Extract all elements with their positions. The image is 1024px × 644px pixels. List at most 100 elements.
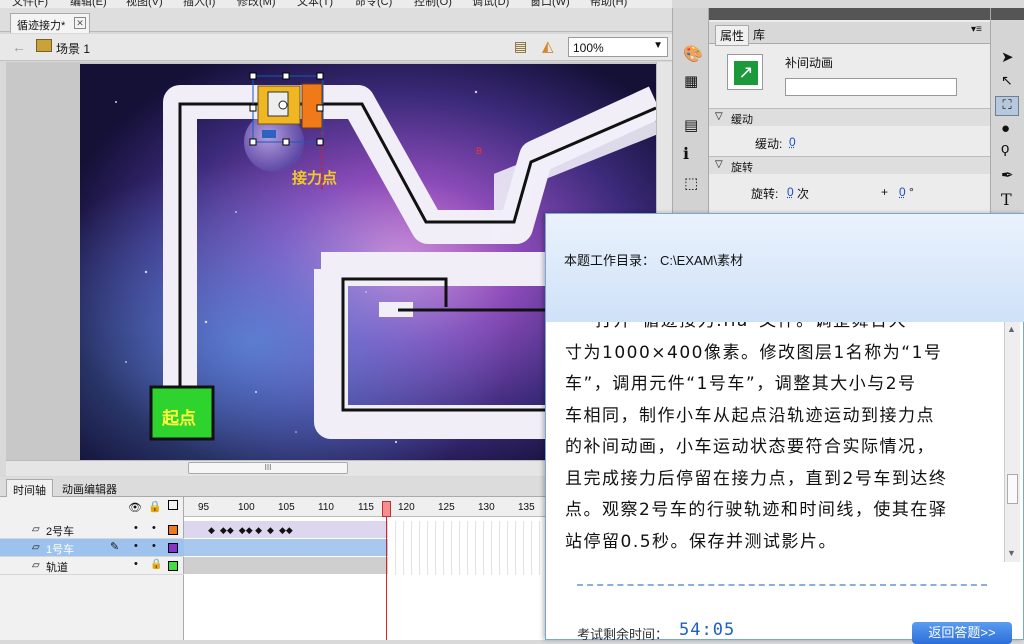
edit-symbols-icon[interactable]: ◭: [542, 37, 554, 55]
free-transform-tool-icon[interactable]: ⛶: [995, 96, 1019, 116]
question-line: 车相同，制作小车从起点沿轨迹运动到接力点: [565, 401, 1002, 433]
menu-text[interactable]: 文本(T): [297, 0, 333, 8]
frame-number: 110: [318, 502, 334, 513]
layer-color-swatch: [168, 525, 178, 535]
lock-icon[interactable]: 🔒: [148, 500, 162, 513]
question-line: 点。观察2号车的行驶轨迹和时间线，使其在驿: [565, 495, 1002, 527]
3d-rotation-tool-icon[interactable]: ●: [1001, 120, 1010, 137]
frame-number: 100: [238, 502, 255, 513]
menu-insert[interactable]: 插入(I): [183, 0, 215, 8]
subselection-tool-icon[interactable]: ↖: [1001, 72, 1013, 89]
rotate-degree-unit: °: [909, 185, 914, 199]
pen-tool-icon[interactable]: ✒: [1001, 166, 1014, 184]
visible-dot[interactable]: •: [134, 522, 138, 534]
relay-point-label: 接力点: [292, 169, 337, 187]
align-icon[interactable]: ▤: [684, 116, 698, 134]
instance-type-label: 补间动画: [785, 54, 833, 71]
question-line: 的补间动画，小车运动状态要符合实际情况，: [565, 432, 1002, 464]
start-label: 起点: [161, 408, 196, 429]
grid-icon[interactable]: ▦: [684, 72, 698, 90]
menu-commands[interactable]: 命令(C): [355, 0, 392, 8]
menu-help[interactable]: 帮助(H): [590, 0, 627, 8]
visible-dot[interactable]: •: [134, 558, 138, 570]
frame-number: 115: [358, 502, 374, 513]
empty-frames[interactable]: [388, 521, 556, 575]
scrollbar-thumb[interactable]: III: [188, 462, 348, 474]
frame-number: 95: [198, 502, 209, 513]
zoom-select[interactable]: 100% ▼: [568, 37, 668, 57]
menu-debug[interactable]: 调试(D): [472, 0, 509, 8]
close-icon[interactable]: ✕: [74, 17, 86, 29]
layer-icon: ▱: [32, 542, 40, 553]
layer-name: 轨道: [46, 559, 68, 575]
frame-span-car1[interactable]: [184, 539, 388, 556]
menu-control[interactable]: 控制(O): [414, 0, 452, 8]
back-arrow-icon[interactable]: ←: [12, 39, 26, 55]
outline-icon[interactable]: [168, 500, 178, 510]
rotate-label: 旋转:: [751, 185, 778, 202]
layer-name: 2号车: [46, 523, 74, 539]
menu-view[interactable]: 视图(V): [126, 0, 163, 8]
eye-icon[interactable]: 👁: [128, 501, 142, 514]
ease-section-header[interactable]: ▽ 缓动: [709, 108, 991, 126]
layer-list: 👁 🔒 ▱ 2号车 • • ▱ 1号车 ✎ • • ▱ 轨道 • 🔒: [0, 497, 184, 640]
question-text: 打开“循迹接力.fla”文件。调整舞台大 寸为1000×400像素。修改图层1名…: [565, 322, 1002, 640]
info-icon[interactable]: ℹ: [683, 144, 689, 164]
document-tab[interactable]: 循迹接力* ✕: [10, 13, 90, 33]
ease-section-title: 缓动: [731, 111, 753, 127]
rotate-section-header[interactable]: ▽ 旋转: [709, 156, 991, 174]
panel-menu-icon[interactable]: ▾≡: [971, 24, 982, 35]
tab-motion-editor[interactable]: 动画编辑器: [56, 479, 123, 497]
tab-properties[interactable]: 属性: [715, 25, 749, 46]
rotate-degree[interactable]: 0: [899, 185, 906, 199]
chevron-down-icon: ▽: [715, 159, 723, 170]
lasso-tool-icon[interactable]: ϙ: [1001, 140, 1009, 157]
layer-row[interactable]: ▱ 轨道 • 🔒: [0, 557, 184, 575]
scene-icon: [36, 39, 52, 52]
rotate-plus: +: [881, 185, 888, 199]
tween-icon-box: ↗: [727, 54, 763, 90]
lock-dot[interactable]: •: [152, 522, 156, 534]
scene-label: 场景 1: [56, 40, 90, 57]
menu-edit[interactable]: 编辑(E): [70, 0, 107, 8]
instance-name-input[interactable]: [785, 78, 957, 96]
tab-library[interactable]: 库: [753, 26, 765, 43]
tween-arrow-icon: ↗: [734, 61, 758, 85]
rotate-section-title: 旋转: [731, 159, 753, 175]
rotate-count[interactable]: 0: [787, 185, 794, 199]
document-tab-title: 循迹接力*: [17, 20, 65, 32]
ease-label: 缓动:: [755, 135, 782, 152]
exam-header: 本题工作目录： C:\EXAM\素材: [546, 214, 1024, 322]
frame-span-track[interactable]: [184, 557, 388, 574]
frame-number: 120: [398, 502, 415, 513]
lock-icon[interactable]: 🔒: [150, 559, 162, 570]
text-tool-icon[interactable]: T: [1001, 190, 1012, 209]
scroll-up-icon[interactable]: ▲: [1007, 324, 1016, 334]
tab-timeline[interactable]: 时间轴: [6, 479, 53, 497]
layer-row[interactable]: ▱ 2号车 • •: [0, 521, 184, 539]
edit-scene-icon[interactable]: ▤: [514, 38, 527, 55]
selection-tool-icon[interactable]: ➤: [1001, 48, 1014, 66]
tools-header: [991, 8, 1024, 20]
visible-dot[interactable]: •: [134, 540, 138, 552]
menu-file[interactable]: 文件(F): [12, 0, 48, 8]
palette-icon[interactable]: 🎨: [683, 44, 703, 64]
menu-window[interactable]: 窗口(W): [530, 0, 570, 8]
scroll-down-icon[interactable]: ▼: [1007, 548, 1016, 558]
chevron-down-icon: ▽: [715, 111, 723, 122]
marker-b-label: B: [476, 146, 482, 156]
transform-icon[interactable]: ⬚: [684, 174, 698, 192]
menu-bar: 文件(F) 编辑(E) 视图(V) 插入(I) 修改(M) 文本(T) 命令(C…: [0, 0, 672, 8]
scrollbar-thumb[interactable]: [1007, 474, 1018, 504]
layer-row[interactable]: ▱ 1号车 ✎ • •: [0, 539, 184, 557]
question-line: 站停留0.5秒。保存并测试影片。: [565, 527, 1002, 559]
chevron-down-icon: ▼: [653, 40, 663, 51]
ease-value[interactable]: 0: [789, 135, 796, 149]
playhead-handle[interactable]: [382, 501, 391, 517]
question-scrollbar[interactable]: ▲ ▼: [1004, 322, 1020, 562]
lock-dot[interactable]: •: [152, 540, 156, 552]
return-to-answer-button[interactable]: 返回答题>>: [912, 622, 1012, 644]
menu-modify[interactable]: 修改(M): [237, 0, 276, 8]
rotate-unit: 次: [797, 185, 809, 202]
work-dir-path: C:\EXAM\素材: [660, 250, 743, 269]
